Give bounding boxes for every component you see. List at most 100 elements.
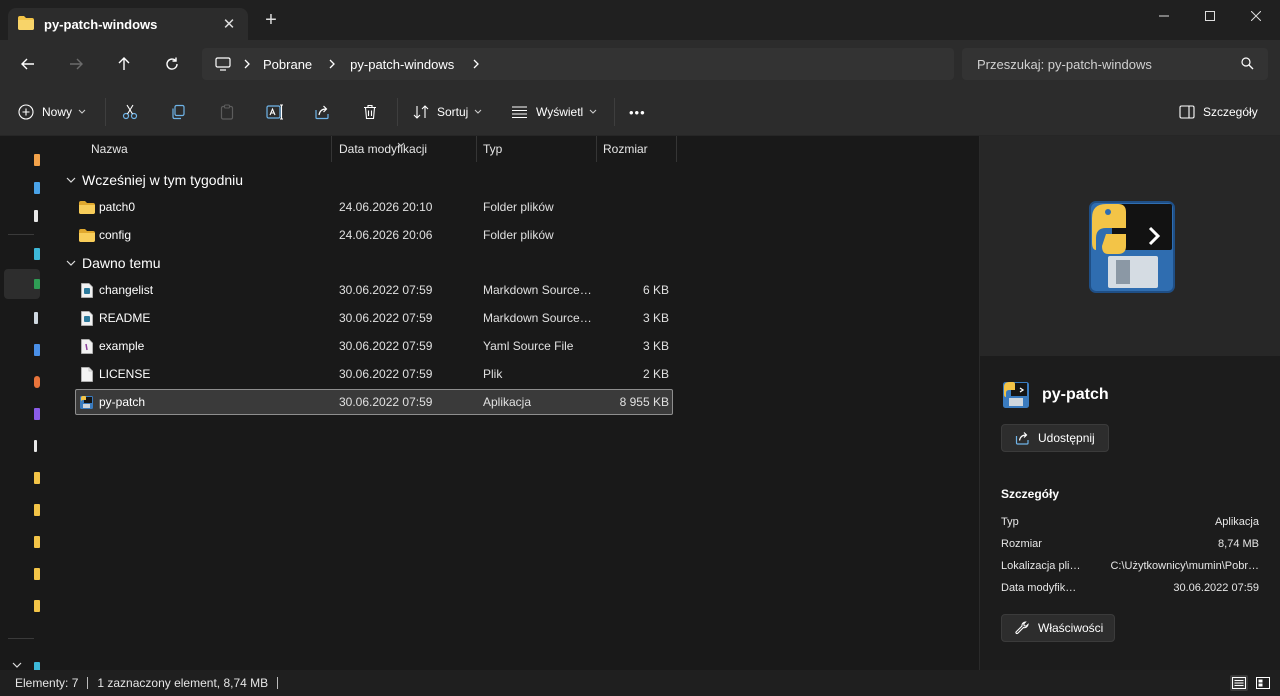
- file-date: 30.06.2022 07:59: [339, 311, 433, 325]
- share-button[interactable]: Udostępnij: [1001, 424, 1109, 452]
- python-app-preview-icon: [1089, 201, 1175, 293]
- table-row[interactable]: LICENSE 30.06.2022 07:59 Plik 2 KB: [75, 361, 673, 387]
- chevron-right-icon[interactable]: [243, 59, 251, 69]
- python-app-icon: [1001, 380, 1031, 413]
- view-button[interactable]: Wyświetl: [511, 100, 597, 124]
- column-header-date[interactable]: Data modyfikacji: [332, 136, 477, 162]
- detail-value[interactable]: C:\Użytkownicy\mumin\Pobr…: [1110, 560, 1259, 572]
- nav-item-icon[interactable]: [34, 536, 40, 548]
- nav-item-icon[interactable]: [34, 210, 38, 222]
- file-date: 24.06.2026 20:06: [339, 228, 433, 242]
- file-preview: [980, 136, 1280, 356]
- column-header-size[interactable]: Rozmiar: [597, 136, 677, 162]
- computer-icon[interactable]: [215, 57, 231, 71]
- nav-item-icon[interactable]: [34, 154, 40, 166]
- nav-divider: [8, 638, 34, 639]
- share-button-label: Udostępnij: [1038, 431, 1095, 445]
- up-button[interactable]: [112, 52, 136, 76]
- nav-item-icon[interactable]: [34, 248, 40, 260]
- share-button[interactable]: [314, 100, 330, 124]
- file-name: config: [99, 228, 132, 242]
- detail-key: Rozmiar: [1001, 538, 1042, 550]
- view-button-label: Wyświetl: [536, 105, 584, 119]
- rename-button[interactable]: [266, 100, 284, 124]
- folder-icon: [18, 15, 34, 33]
- address-bar[interactable]: Pobrane py-patch-windows: [202, 48, 954, 80]
- detail-row: Rozmiar 8,74 MB: [1001, 535, 1259, 553]
- detail-value: 30.06.2022 07:59: [1173, 582, 1259, 594]
- forward-button[interactable]: [64, 52, 88, 76]
- chevron-down-icon[interactable]: [66, 177, 76, 184]
- more-options-button[interactable]: •••: [629, 100, 646, 124]
- navigation-pane[interactable]: [0, 136, 58, 674]
- details-pane-button[interactable]: Szczegóły: [1179, 100, 1258, 124]
- details-title: py-patch: [1042, 386, 1109, 403]
- chevron-right-icon[interactable]: [328, 59, 336, 69]
- table-row[interactable]: example 30.06.2022 07:59 Yaml Source Fil…: [75, 333, 673, 359]
- trash-icon: [364, 104, 376, 120]
- file-type: Folder plików: [483, 228, 554, 242]
- nav-item-icon[interactable]: [34, 568, 40, 580]
- table-row[interactable]: README 30.06.2022 07:59 Markdown Source……: [75, 305, 673, 331]
- file-type: Markdown Source…: [483, 311, 592, 325]
- table-row[interactable]: changelist 30.06.2022 07:59 Markdown Sou…: [75, 277, 673, 303]
- back-button[interactable]: [16, 52, 40, 76]
- sort-button[interactable]: Sortuj: [413, 100, 482, 124]
- nav-item-icon[interactable]: [34, 408, 40, 420]
- nav-item-icon[interactable]: [34, 504, 40, 516]
- rename-icon: [266, 104, 283, 120]
- nav-item-icon[interactable]: [34, 182, 40, 194]
- maximize-button[interactable]: [1187, 0, 1233, 32]
- tiles-view-button[interactable]: [1254, 675, 1272, 691]
- nav-item-icon[interactable]: [34, 472, 40, 484]
- properties-button[interactable]: Właściwości: [1001, 614, 1115, 642]
- group-header[interactable]: Dawno temu: [66, 252, 161, 274]
- nav-item-icon[interactable]: [34, 279, 40, 289]
- table-row[interactable]: patch0 24.06.2026 20:10 Folder plików: [75, 194, 673, 220]
- delete-button[interactable]: [362, 100, 378, 124]
- nav-item-icon[interactable]: [34, 440, 37, 452]
- tab-active[interactable]: py-patch-windows ✕: [8, 8, 248, 40]
- table-row[interactable]: config 24.06.2026 20:06 Folder plików: [75, 222, 673, 248]
- paste-button[interactable]: [219, 100, 235, 124]
- search-icon[interactable]: [1241, 57, 1254, 73]
- file-type: Aplikacja: [483, 395, 532, 409]
- close-tab-button[interactable]: ✕: [220, 15, 238, 33]
- file-date: 30.06.2022 07:59: [339, 395, 433, 409]
- nav-divider: [8, 234, 34, 235]
- file-date: 30.06.2022 07:59: [339, 339, 433, 353]
- details-pane: py-patch Udostępnij Szczegóły Typ Aplika…: [979, 136, 1280, 670]
- breadcrumb-downloads[interactable]: Pobrane: [263, 57, 312, 72]
- close-window-button[interactable]: [1233, 0, 1279, 32]
- table-row-selected[interactable]: py-patch 30.06.2022 07:59 Aplikacja 8 95…: [75, 389, 673, 415]
- column-header-type[interactable]: Typ: [477, 136, 597, 162]
- refresh-button[interactable]: [160, 52, 184, 76]
- group-header[interactable]: Wcześniej w tym tygodniu: [66, 169, 243, 191]
- new-tab-button[interactable]: +: [262, 10, 280, 30]
- cut-button[interactable]: [122, 100, 138, 124]
- nav-item-icon[interactable]: [34, 376, 40, 388]
- copy-button[interactable]: [170, 100, 186, 124]
- folder-icon: [79, 222, 95, 248]
- share-icon: [1015, 431, 1030, 445]
- file-type: Folder plików: [483, 200, 554, 214]
- nav-item-icon[interactable]: [34, 312, 38, 324]
- column-header-name[interactable]: Nazwa: [58, 136, 332, 162]
- new-button[interactable]: Nowy: [18, 100, 86, 124]
- detail-row: Data modyfik… 30.06.2022 07:59: [1001, 579, 1259, 597]
- command-bar: Nowy Sortuj Wyświetl ••• Szczegóły: [0, 88, 1280, 136]
- chevron-down-icon[interactable]: [66, 260, 76, 267]
- breadcrumb-current-folder[interactable]: py-patch-windows: [350, 57, 454, 72]
- chevron-down-icon: [474, 109, 482, 115]
- arrow-right-icon: [70, 58, 83, 70]
- nav-item-icon[interactable]: [34, 344, 40, 356]
- detail-key: Lokalizacja pli…: [1001, 560, 1081, 572]
- arrow-left-icon: [21, 58, 34, 70]
- details-view-button[interactable]: [1230, 675, 1248, 691]
- minimize-button[interactable]: [1141, 0, 1187, 32]
- detail-row: Typ Aplikacja: [1001, 513, 1259, 531]
- chevron-right-icon[interactable]: [472, 59, 480, 69]
- status-divider: [87, 677, 89, 689]
- search-input[interactable]: Przeszukaj: py-patch-windows: [962, 48, 1268, 80]
- nav-item-icon[interactable]: [34, 600, 40, 612]
